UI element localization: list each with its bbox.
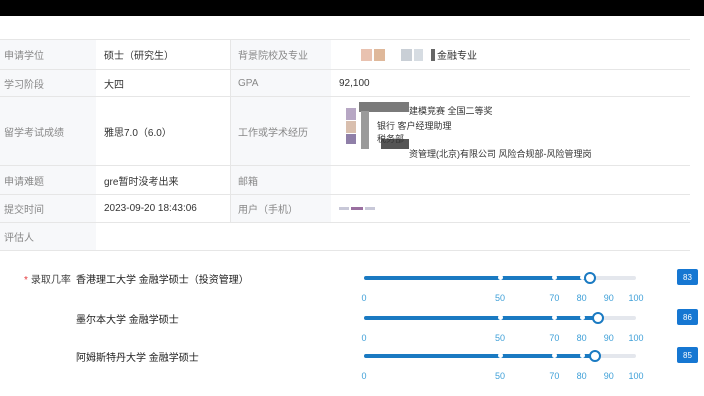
slider-handle[interactable] — [589, 350, 602, 362]
redacted-block — [361, 48, 372, 61]
stage-value: 大四 — [96, 70, 231, 96]
redacted-block — [346, 121, 356, 133]
slider-tick-label: 80 — [576, 371, 587, 381]
school-name: 阿姆斯特丹大学 金融学硕士 — [76, 353, 199, 364]
exam-label: 留学考试成绩 — [0, 97, 96, 165]
slider-tick-label: 90 — [603, 293, 614, 303]
experience-line-1: 建模竞赛 全国二等奖 — [409, 106, 493, 116]
redacted-block — [351, 207, 363, 210]
admission-slider[interactable] — [364, 270, 636, 290]
slider-tick-label: 50 — [494, 371, 506, 381]
slider-tick-label: 80 — [576, 333, 587, 343]
submit-time-label: 提交时间 — [0, 195, 96, 222]
redacted-block — [431, 48, 435, 61]
slider-fill — [364, 316, 598, 320]
slider-stop-dot — [498, 315, 503, 320]
redacted-block — [346, 108, 356, 120]
info-row-stage: 学习阶段 大四 GPA 92,100 — [0, 70, 690, 97]
slider-tick-label: 100 — [628, 371, 644, 381]
top-bar — [0, 0, 704, 16]
score-badge: 86 — [677, 309, 698, 325]
redacted-block — [361, 111, 369, 149]
email-label: 邮箱 — [231, 166, 331, 194]
slider-handle[interactable] — [591, 312, 604, 324]
evaluator-value — [96, 223, 690, 250]
slider-tick-label: 90 — [603, 371, 614, 381]
info-row-exam: 留学考试成绩 雅思7.0（6.0） 工作或学术经历 建模竞赛 全国二等奖 银行 … — [0, 97, 690, 166]
admission-slider[interactable] — [364, 348, 636, 368]
redacted-block — [339, 207, 349, 210]
applicant-info-table: 申请学位 硕士（研究生） 背景院校及专业 金融专业 学习阶段 大四 GPA 92… — [0, 39, 690, 251]
slider-tick-label: 70 — [549, 293, 560, 303]
experience-label: 工作或学术经历 — [231, 97, 331, 165]
info-row-submit: 提交时间 2023-09-20 18:43:06 用户（手机） — [0, 195, 690, 223]
slider-tick-label: 70 — [549, 371, 560, 381]
required-star: * — [24, 275, 28, 286]
degree-value: 硕士（研究生） — [96, 40, 231, 69]
score-badge: 83 — [677, 269, 698, 285]
major-text: 金融专业 — [437, 51, 477, 62]
evaluator-label: 评估人 — [0, 223, 96, 250]
slider-tick-label: 80 — [576, 293, 587, 303]
degree-label: 申请学位 — [0, 40, 96, 69]
school-name: 香港理工大学 金融学硕士（投资管理） — [76, 275, 249, 286]
slider-stop-dot — [579, 315, 585, 320]
slider-stop-dot — [498, 353, 503, 358]
slider-tick-label: 0 — [361, 371, 367, 381]
slider-tick-label: 100 — [628, 333, 644, 343]
experience-line-4: 资管理(北京)有限公司 风险合规部-风险管理岗 — [409, 149, 592, 159]
experience-line-2: 银行 客户经理助理 — [377, 121, 452, 131]
score-badge: 85 — [677, 347, 698, 363]
difficulty-value: gre暂时没考出来 — [96, 166, 231, 194]
stage-label: 学习阶段 — [0, 70, 96, 96]
slider-fill — [364, 354, 596, 358]
redacted-block — [374, 48, 385, 61]
redacted-block — [365, 207, 375, 210]
slider-tick-label: 50 — [494, 293, 506, 303]
experience-value: 建模竞赛 全国二等奖 银行 客户经理助理 税务部 资管理(北京)有限公司 风险合… — [331, 97, 690, 165]
redacted-block — [346, 134, 356, 144]
school-name: 墨尔本大学 金融学硕士 — [76, 315, 179, 326]
slider-stop-dot — [498, 275, 503, 280]
school-major-value: 金融专业 — [331, 40, 690, 69]
submit-time-value: 2023-09-20 18:43:06 — [96, 195, 231, 222]
gpa-label: GPA — [231, 70, 331, 96]
slider-tick-label: 70 — [549, 333, 560, 343]
slider-tick-label: 0 — [361, 293, 367, 303]
slider-tick-label: 100 — [628, 293, 644, 303]
info-row-difficulty: 申请难题 gre暂时没考出来 邮箱 — [0, 166, 690, 195]
gpa-value: 92,100 — [331, 70, 690, 96]
school-major-label: 背景院校及专业 — [231, 40, 331, 69]
slider-stop-dot — [579, 353, 585, 358]
admission-slider[interactable] — [364, 310, 636, 330]
phone-label: 用户（手机） — [231, 195, 331, 222]
difficulty-label: 申请难题 — [0, 166, 96, 194]
phone-value — [331, 195, 690, 222]
experience-line-3: 税务部 — [377, 134, 405, 144]
redacted-block — [414, 48, 423, 61]
slider-tick-label: 0 — [361, 333, 367, 343]
info-row-evaluator: 评估人 — [0, 223, 690, 251]
email-value — [331, 166, 690, 194]
info-row-degree: 申请学位 硕士（研究生） 背景院校及专业 金融专业 — [0, 40, 690, 70]
slider-tick-label: 50 — [494, 333, 506, 343]
admission-label: * 录取几率 — [24, 275, 71, 286]
slider-handle[interactable] — [583, 272, 596, 284]
redacted-block — [401, 48, 412, 61]
exam-value: 雅思7.0（6.0） — [96, 97, 231, 165]
slider-tick-label: 90 — [603, 333, 614, 343]
